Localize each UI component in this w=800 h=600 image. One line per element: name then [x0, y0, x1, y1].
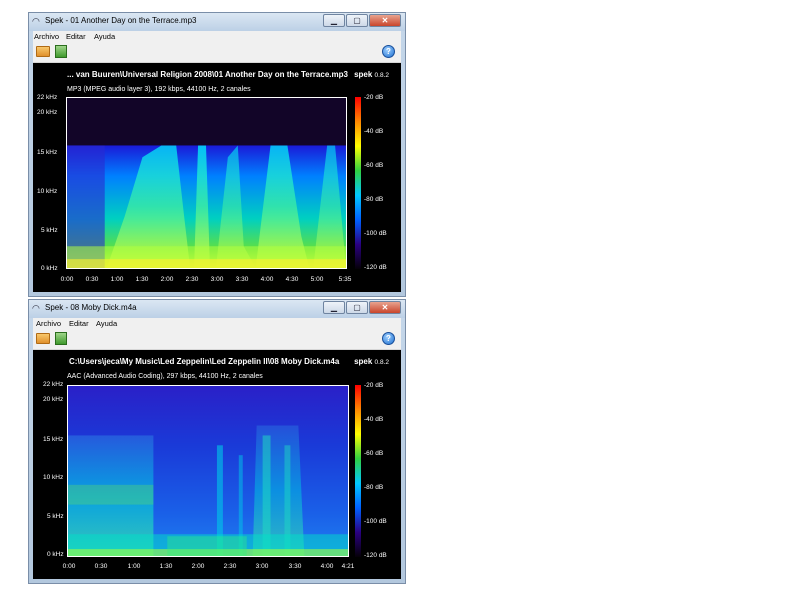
window-title: Spek - 01 Another Day on the Terrace.mp3 — [45, 16, 197, 25]
time-tick: 4:21 — [341, 563, 355, 570]
menu-ayuda[interactable]: Ayuda — [96, 318, 117, 329]
db-tick: -120 dB — [364, 264, 387, 271]
title-bar[interactable]: ◠ Spek - 01 Another Day on the Terrace.m… — [29, 13, 405, 31]
time-tick: 3:00 — [255, 563, 269, 570]
time-tick: 4:00 — [260, 276, 274, 283]
time-tick: 2:00 — [191, 563, 205, 570]
time-tick: 4:00 — [320, 563, 334, 570]
window-title: Spek - 08 Moby Dick.m4a — [45, 303, 137, 312]
open-folder-icon[interactable] — [36, 46, 50, 57]
help-icon[interactable]: ? — [382, 45, 395, 58]
time-tick: 3:00 — [210, 276, 224, 283]
time-tick: 0:00 — [60, 276, 74, 283]
spek-app-icon: ◠ — [32, 303, 40, 313]
menu-archivo[interactable]: Archivo — [34, 31, 59, 42]
close-button[interactable]: ✕ — [369, 301, 401, 314]
time-tick: 4:30 — [285, 276, 299, 283]
menu-editar[interactable]: Editar — [69, 318, 89, 329]
time-tick: 3:30 — [288, 563, 302, 570]
time-tick: 1:30 — [135, 276, 149, 283]
freq-tick: 22 kHz — [43, 381, 64, 388]
open-folder-icon[interactable] — [36, 333, 50, 344]
spek-brand: spek 0.8.2 — [354, 70, 389, 79]
time-tick: 1:00 — [127, 563, 141, 570]
spectrogram-panel: ... van Buuren\Universal Religion 2008\0… — [33, 63, 401, 292]
freq-tick: 5 kHz — [41, 227, 58, 234]
menu-bar: Archivo Editar Ayuda — [33, 31, 401, 42]
time-tick: 2:30 — [223, 563, 237, 570]
help-icon[interactable]: ? — [382, 332, 395, 345]
freq-tick: 10 kHz — [37, 188, 58, 195]
time-tick: 5:00 — [310, 276, 324, 283]
time-tick: 1:30 — [159, 563, 173, 570]
save-icon[interactable] — [55, 45, 67, 58]
spectrogram — [67, 385, 349, 557]
db-tick: -80 dB — [364, 196, 384, 203]
time-tick: 3:30 — [235, 276, 249, 283]
minimize-button[interactable]: ▁ — [323, 14, 345, 27]
maximize-button[interactable]: ▢ — [346, 301, 368, 314]
freq-tick: 10 kHz — [43, 474, 64, 481]
db-color-scale — [355, 97, 361, 269]
freq-tick: 15 kHz — [43, 436, 64, 443]
freq-tick: 22 kHz — [37, 94, 58, 101]
freq-tick: 0 kHz — [47, 551, 64, 558]
freq-tick: 0 kHz — [41, 265, 58, 272]
file-path-title: C:\Users\jeca\My Music\Led Zeppelin\Led … — [69, 357, 340, 366]
db-tick: -40 dB — [364, 128, 384, 135]
title-bar[interactable]: ◠ Spek - 08 Moby Dick.m4a ▁ ▢ ✕ — [29, 300, 405, 318]
spek-app-icon: ◠ — [32, 16, 40, 26]
minimize-button[interactable]: ▁ — [323, 301, 345, 314]
save-icon[interactable] — [55, 332, 67, 345]
db-tick: -20 dB — [364, 94, 384, 101]
time-tick: 0:00 — [62, 563, 76, 570]
db-tick: -20 dB — [364, 382, 384, 389]
freq-tick: 15 kHz — [37, 149, 58, 156]
file-info: AAC (Advanced Audio Coding), 297 kbps, 4… — [67, 373, 263, 380]
file-path-title: ... van Buuren\Universal Religion 2008\0… — [67, 70, 348, 79]
time-tick: 1:00 — [110, 276, 124, 283]
toolbar: ? — [33, 42, 401, 63]
menu-archivo[interactable]: Archivo — [36, 318, 61, 329]
db-tick: -40 dB — [364, 416, 384, 423]
spectrogram-panel: C:\Users\jeca\My Music\Led Zeppelin\Led … — [33, 350, 401, 579]
db-tick: -120 dB — [364, 552, 387, 559]
freq-tick: 20 kHz — [37, 109, 58, 116]
maximize-button[interactable]: ▢ — [346, 14, 368, 27]
menu-editar[interactable]: Editar — [66, 31, 86, 42]
time-tick: 2:30 — [185, 276, 199, 283]
close-button[interactable]: ✕ — [369, 14, 401, 27]
db-tick: -80 dB — [364, 484, 384, 491]
time-tick: 2:00 — [160, 276, 174, 283]
spek-brand: spek 0.8.2 — [354, 357, 389, 366]
freq-tick: 20 kHz — [43, 396, 64, 403]
spectrogram-image — [68, 386, 348, 556]
spek-window-1: ◠ Spek - 01 Another Day on the Terrace.m… — [28, 12, 406, 297]
db-tick: -100 dB — [364, 518, 387, 525]
menu-ayuda[interactable]: Ayuda — [94, 31, 115, 42]
db-tick: -60 dB — [364, 450, 384, 457]
toolbar: ? — [33, 329, 401, 350]
db-color-scale — [355, 385, 361, 557]
time-tick: 0:30 — [94, 563, 108, 570]
spectrogram-image — [67, 98, 346, 268]
time-tick: 5:35 — [338, 276, 352, 283]
freq-tick: 5 kHz — [47, 513, 64, 520]
db-tick: -100 dB — [364, 230, 387, 237]
menu-bar: Archivo Editar Ayuda — [33, 318, 401, 329]
time-tick: 0:30 — [85, 276, 99, 283]
spek-window-2: ◠ Spek - 08 Moby Dick.m4a ▁ ▢ ✕ Archivo … — [28, 299, 406, 584]
spectrogram — [66, 97, 347, 269]
db-tick: -60 dB — [364, 162, 384, 169]
file-info: MP3 (MPEG audio layer 3), 192 kbps, 4410… — [67, 86, 251, 93]
